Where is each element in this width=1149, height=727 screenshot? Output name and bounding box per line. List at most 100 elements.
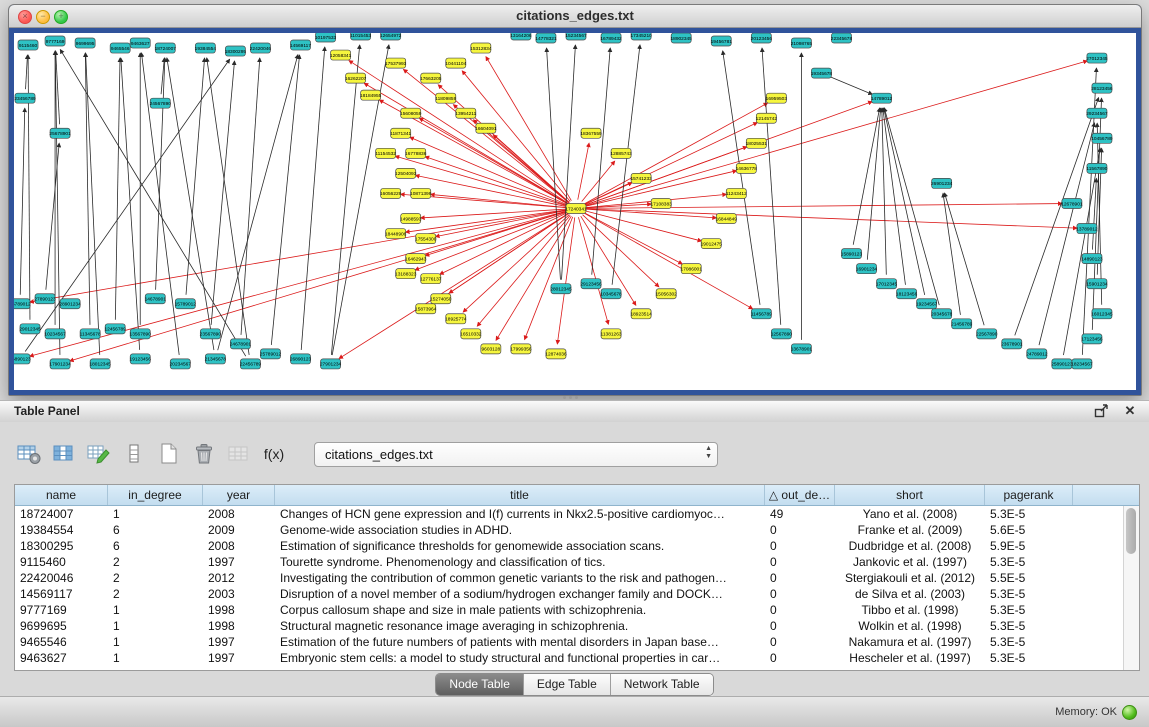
network-node[interactable]: 12504093 — [395, 168, 417, 178]
network-node[interactable]: 17240341 — [565, 203, 587, 213]
network-node[interactable]: 15789012 — [175, 299, 197, 309]
network-node[interactable]: 29012345 — [19, 324, 41, 334]
network-node[interactable]: 19384554 — [195, 43, 217, 53]
close-button[interactable]: × — [18, 10, 32, 24]
network-node[interactable]: 13188323 — [395, 269, 417, 279]
network-node[interactable]: 11809859 — [435, 93, 456, 103]
network-node[interactable]: 13678901 — [791, 344, 813, 354]
network-node[interactable]: 18025531 — [746, 138, 768, 148]
network-node[interactable]: 21345678 — [205, 354, 227, 364]
network-node[interactable]: 23567890 — [200, 329, 222, 339]
network-node[interactable]: 12874036 — [545, 349, 567, 359]
network-node[interactable]: 24567890 — [150, 98, 172, 108]
zoom-button[interactable]: + — [54, 10, 68, 24]
network-node[interactable]: 11381263 — [601, 329, 622, 339]
network-node[interactable]: 14789012 — [871, 93, 893, 103]
network-node[interactable]: 15234567 — [565, 33, 587, 40]
table-select-combobox[interactable]: citations_edges.txt ▲▼ — [314, 442, 718, 467]
network-node[interactable]: 17663205 — [420, 73, 442, 83]
network-node[interactable]: 25789012 — [260, 349, 282, 359]
table-settings-icon[interactable] — [16, 441, 42, 467]
network-node[interactable]: 29123456 — [580, 279, 602, 289]
network-node[interactable]: 18234567 — [1071, 359, 1093, 369]
network-node[interactable]: 13567890 — [130, 329, 152, 339]
network-node[interactable]: 16012345 — [1091, 309, 1113, 319]
network-node[interactable]: 14678901 — [145, 294, 167, 304]
network-node[interactable]: 9777169 — [45, 36, 65, 46]
network-node[interactable]: 27901234 — [320, 359, 342, 369]
network-node[interactable]: 16510332 — [460, 329, 482, 339]
combo-stepper-icon[interactable]: ▲▼ — [705, 445, 712, 461]
network-node[interactable]: 22567890 — [976, 329, 998, 339]
network-node[interactable]: 29234567 — [1086, 108, 1108, 118]
table-row[interactable]: 969969511998Structural magnetic resonanc… — [15, 618, 1139, 634]
column-header-pagerank[interactable]: pagerank — [985, 485, 1073, 505]
network-canvas[interactable]: 1724034112058341162622071818495517537993… — [14, 33, 1136, 390]
network-node[interactable]: 13164206 — [510, 33, 532, 40]
network-node[interactable]: 25890123 — [1051, 359, 1073, 369]
network-node[interactable]: 17999356 — [510, 344, 532, 354]
network-node[interactable]: 28123456 — [1091, 83, 1113, 93]
network-node[interactable]: 12058341 — [330, 50, 352, 60]
network-node[interactable]: 18923514 — [630, 309, 652, 319]
panel-resize-handle[interactable] — [563, 396, 578, 399]
network-node[interactable]: 14988593 — [400, 214, 422, 224]
network-node[interactable]: 16604091 — [475, 123, 497, 133]
network-node[interactable]: 26789012 — [14, 299, 31, 309]
network-node[interactable]: 10871399 — [410, 188, 432, 198]
network-node[interactable]: 17554300 — [415, 234, 437, 244]
network-node[interactable]: 20234567 — [170, 359, 192, 369]
network-node[interactable]: 18123456 — [896, 289, 918, 299]
new-document-icon[interactable] — [156, 441, 182, 467]
network-node[interactable]: 15274050 — [430, 294, 452, 304]
column-header-year[interactable]: year — [203, 485, 275, 505]
network-node[interactable]: 10345678 — [600, 289, 622, 299]
network-node[interactable]: 27012345 — [1086, 53, 1108, 63]
network-node[interactable]: 17123456 — [1081, 334, 1103, 344]
delete-icon[interactable] — [191, 441, 217, 467]
network-node[interactable]: 16462943 — [405, 254, 427, 264]
network-node[interactable]: 12885743 — [610, 148, 632, 158]
column-header-out_de[interactable]: △ out_de… — [765, 485, 835, 505]
network-node[interactable]: 10197533 — [315, 33, 337, 42]
network-node[interactable]: 9603128 — [481, 344, 501, 354]
network-node[interactable]: 16262207 — [345, 73, 367, 83]
function-icon[interactable]: f(x) — [261, 441, 287, 467]
network-node[interactable]: 27890123 — [34, 294, 56, 304]
network-node[interactable]: 11015453 — [350, 33, 371, 40]
column-header-in_degree[interactable]: in_degree — [108, 485, 203, 505]
edit-table-icon[interactable] — [86, 441, 112, 467]
network-node[interactable]: 20345678 — [931, 309, 953, 319]
network-node[interactable]: 13789012 — [1076, 224, 1098, 234]
network-node[interactable]: 9465546 — [110, 43, 130, 53]
network-node[interactable]: 12456789 — [105, 324, 127, 334]
network-node[interactable]: 14778321 — [535, 33, 557, 43]
network-node[interactable]: 15608059 — [400, 108, 422, 118]
network-node[interactable]: 16901234 — [856, 264, 878, 274]
column-header-name[interactable]: name — [15, 485, 108, 505]
network-node[interactable]: 11567890 — [1086, 163, 1107, 173]
network-node[interactable]: 25678901 — [49, 128, 71, 138]
network-node[interactable]: 18012345 — [89, 359, 111, 369]
network-node[interactable]: 16789432 — [600, 33, 622, 43]
column-icon[interactable] — [121, 441, 147, 467]
network-node[interactable]: 17108383 — [650, 198, 672, 208]
network-node[interactable]: 17086001 — [681, 264, 703, 274]
table-row[interactable]: 911546021997Tourette syndrome. Phenomeno… — [15, 554, 1139, 570]
network-node[interactable]: 10234567 — [44, 329, 66, 339]
network-node[interactable]: 17901234 — [49, 359, 71, 369]
network-node[interactable]: 14636778 — [736, 163, 758, 173]
network-node[interactable]: 21456789 — [951, 319, 973, 329]
tab-edge-table[interactable]: Edge Table — [524, 674, 611, 695]
network-node[interactable]: 15056302 — [655, 289, 677, 299]
network-node[interactable]: 11456789 — [751, 309, 772, 319]
table-row[interactable]: 1872400712008Changes of HCN gene express… — [15, 506, 1139, 522]
network-node[interactable]: 17345210 — [630, 33, 652, 40]
network-node[interactable]: 21098765 — [791, 38, 813, 48]
network-node[interactable]: 10456789 — [1091, 133, 1113, 143]
network-node[interactable]: 19123456 — [130, 354, 152, 364]
show-columns-icon[interactable] — [51, 441, 77, 467]
network-node[interactable]: 11345678 — [80, 329, 101, 339]
network-node[interactable]: 17012345 — [876, 279, 898, 289]
window-titlebar[interactable]: × − + citations_edges.txt — [9, 5, 1141, 28]
